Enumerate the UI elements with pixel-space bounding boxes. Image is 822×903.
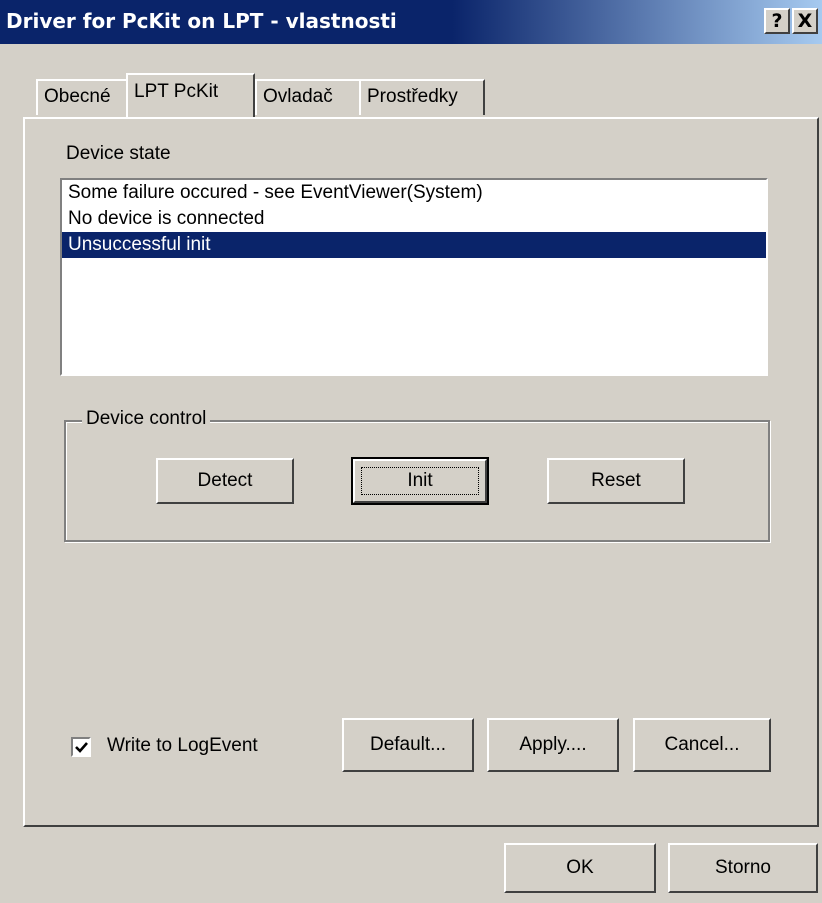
button-label: OK — [566, 857, 594, 878]
tab-label: Obecné — [44, 86, 111, 107]
detect-button[interactable]: Detect — [156, 458, 294, 504]
close-button[interactable]: X — [792, 8, 818, 34]
tab-ovladac[interactable]: Ovladač — [255, 79, 361, 115]
button-label: Detect — [197, 470, 253, 491]
device-state-list[interactable]: Some failure occured - see EventViewer(S… — [60, 178, 768, 376]
button-label: Storno — [715, 857, 771, 878]
button-label: Reset — [591, 470, 641, 491]
reset-button[interactable]: Reset — [547, 458, 685, 504]
tab-obecne[interactable]: Obecné — [36, 79, 132, 115]
checkmark-icon — [75, 742, 88, 753]
help-button[interactable]: ? — [764, 8, 790, 34]
default-button[interactable]: Default... — [342, 718, 474, 772]
button-label: Default... — [369, 734, 447, 755]
list-item[interactable]: No device is connected — [62, 206, 766, 232]
storno-button[interactable]: Storno — [668, 843, 818, 893]
question-icon: ? — [771, 10, 783, 32]
cancel-button[interactable]: Cancel... — [633, 718, 771, 772]
window-title: Driver for PcKit on LPT - vlastnosti — [6, 9, 397, 33]
device-control-label: Device control — [82, 408, 211, 430]
button-label: Apply.... — [519, 734, 587, 755]
tab-lpt-pckit[interactable]: LPT PcKit — [126, 73, 255, 117]
tab-label: Ovladač — [263, 86, 333, 107]
button-label: Cancel... — [664, 734, 740, 755]
init-button[interactable]: Init — [351, 457, 489, 505]
write-log-checkbox[interactable] — [71, 737, 91, 757]
device-state-label: Device state — [66, 143, 171, 164]
list-item-selected[interactable]: Unsuccessful init — [62, 232, 766, 258]
close-icon: X — [797, 10, 813, 32]
properties-window: Driver for PcKit on LPT - vlastnosti ? X… — [0, 0, 822, 903]
list-item[interactable]: Some failure occured - see EventViewer(S… — [62, 180, 766, 206]
apply-button[interactable]: Apply.... — [487, 718, 619, 772]
tab-label: Prostředky — [367, 86, 458, 107]
ok-button[interactable]: OK — [504, 843, 656, 893]
tab-prostredky[interactable]: Prostředky — [359, 79, 485, 115]
write-log-label[interactable]: Write to LogEvent — [107, 735, 258, 757]
focus-rect — [361, 467, 479, 495]
title-bar[interactable]: Driver for PcKit on LPT - vlastnosti ? X — [0, 0, 822, 44]
tab-label: LPT PcKit — [134, 81, 219, 102]
